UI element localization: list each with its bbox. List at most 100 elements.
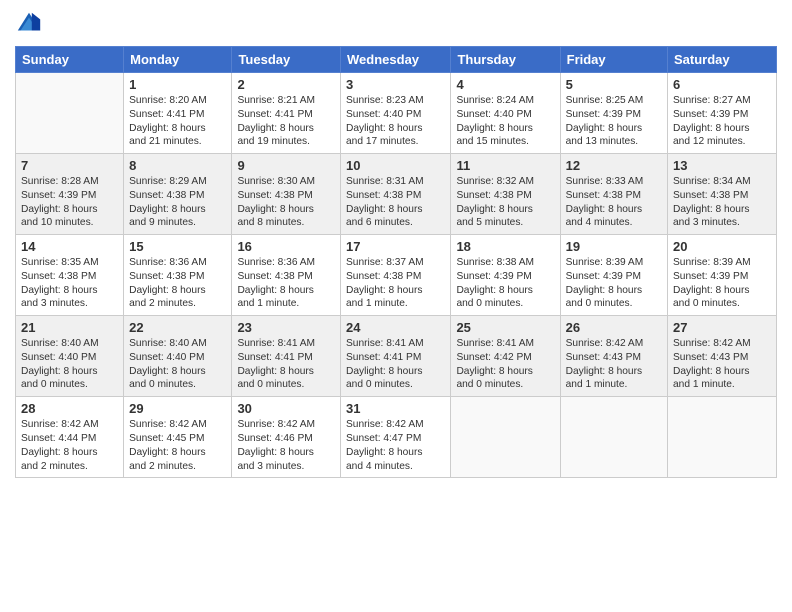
day-info: Sunrise: 8:36 AM Sunset: 4:38 PM Dayligh…	[129, 256, 226, 311]
day-info: Sunrise: 8:41 AM Sunset: 4:41 PM Dayligh…	[237, 337, 335, 392]
calendar-day-cell: 31 Sunrise: 8:42 AM Sunset: 4:47 PM Dayli…	[341, 397, 451, 478]
day-info: Sunrise: 8:20 AM Sunset: 4:41 PM Dayligh…	[129, 94, 226, 149]
day-info: Sunrise: 8:34 AM Sunset: 4:38 PM Dayligh…	[673, 175, 771, 230]
calendar-day-cell	[451, 397, 560, 478]
day-info: Sunrise: 8:42 AM Sunset: 4:43 PM Dayligh…	[566, 337, 662, 392]
calendar-day-cell: 3 Sunrise: 8:23 AM Sunset: 4:40 PM Daylig…	[341, 73, 451, 154]
day-info: Sunrise: 8:27 AM Sunset: 4:39 PM Dayligh…	[673, 94, 771, 149]
calendar-day-cell: 20 Sunrise: 8:39 AM Sunset: 4:39 PM Dayli…	[668, 235, 777, 316]
day-info: Sunrise: 8:31 AM Sunset: 4:38 PM Dayligh…	[346, 175, 445, 230]
calendar-header-friday: Friday	[560, 47, 667, 73]
calendar-day-cell: 28 Sunrise: 8:42 AM Sunset: 4:44 PM Dayli…	[16, 397, 124, 478]
day-number: 13	[673, 158, 771, 173]
day-number: 25	[456, 320, 554, 335]
day-info: Sunrise: 8:42 AM Sunset: 4:46 PM Dayligh…	[237, 418, 335, 473]
day-info: Sunrise: 8:35 AM Sunset: 4:38 PM Dayligh…	[21, 256, 118, 311]
day-number: 12	[566, 158, 662, 173]
calendar-day-cell: 27 Sunrise: 8:42 AM Sunset: 4:43 PM Dayli…	[668, 316, 777, 397]
day-info: Sunrise: 8:42 AM Sunset: 4:43 PM Dayligh…	[673, 337, 771, 392]
calendar-day-cell: 19 Sunrise: 8:39 AM Sunset: 4:39 PM Dayli…	[560, 235, 667, 316]
day-info: Sunrise: 8:28 AM Sunset: 4:39 PM Dayligh…	[21, 175, 118, 230]
calendar-day-cell: 12 Sunrise: 8:33 AM Sunset: 4:38 PM Dayli…	[560, 154, 667, 235]
day-number: 3	[346, 77, 445, 92]
calendar-day-cell: 26 Sunrise: 8:42 AM Sunset: 4:43 PM Dayli…	[560, 316, 667, 397]
day-info: Sunrise: 8:41 AM Sunset: 4:41 PM Dayligh…	[346, 337, 445, 392]
calendar-day-cell: 18Sunrise: 8:38 AM Sunset: 4:39 PM Dayli…	[451, 235, 560, 316]
header	[15, 10, 777, 38]
calendar-day-cell: 30Sunrise: 8:42 AM Sunset: 4:46 PM Dayli…	[232, 397, 341, 478]
calendar-day-cell: 17 Sunrise: 8:37 AM Sunset: 4:38 PM Dayli…	[341, 235, 451, 316]
day-number: 20	[673, 239, 771, 254]
calendar-day-cell: 7Sunrise: 8:28 AM Sunset: 4:39 PM Daylig…	[16, 154, 124, 235]
calendar-day-cell: 15 Sunrise: 8:36 AM Sunset: 4:38 PM Dayli…	[124, 235, 232, 316]
day-number: 29	[129, 401, 226, 416]
calendar-day-cell: 16Sunrise: 8:36 AM Sunset: 4:38 PM Dayli…	[232, 235, 341, 316]
calendar-table: SundayMondayTuesdayWednesdayThursdayFrid…	[15, 46, 777, 478]
day-number: 4	[456, 77, 554, 92]
day-number: 17	[346, 239, 445, 254]
calendar-day-cell: 6 Sunrise: 8:27 AM Sunset: 4:39 PM Daylig…	[668, 73, 777, 154]
calendar-day-cell: 21 Sunrise: 8:40 AM Sunset: 4:40 PM Dayli…	[16, 316, 124, 397]
day-info: Sunrise: 8:33 AM Sunset: 4:38 PM Dayligh…	[566, 175, 662, 230]
calendar-header-wednesday: Wednesday	[341, 47, 451, 73]
day-info: Sunrise: 8:39 AM Sunset: 4:39 PM Dayligh…	[566, 256, 662, 311]
logo-icon	[15, 10, 43, 38]
calendar-day-cell: 11Sunrise: 8:32 AM Sunset: 4:38 PM Dayli…	[451, 154, 560, 235]
calendar-day-cell: 8 Sunrise: 8:29 AM Sunset: 4:38 PM Daylig…	[124, 154, 232, 235]
day-info: Sunrise: 8:41 AM Sunset: 4:42 PM Dayligh…	[456, 337, 554, 392]
day-info: Sunrise: 8:40 AM Sunset: 4:40 PM Dayligh…	[129, 337, 226, 392]
calendar-day-cell: 24 Sunrise: 8:41 AM Sunset: 4:41 PM Dayli…	[341, 316, 451, 397]
day-number: 16	[237, 239, 335, 254]
calendar-header-thursday: Thursday	[451, 47, 560, 73]
day-number: 11	[456, 158, 554, 173]
day-info: Sunrise: 8:25 AM Sunset: 4:39 PM Dayligh…	[566, 94, 662, 149]
day-number: 9	[237, 158, 335, 173]
calendar-week-row: 14 Sunrise: 8:35 AM Sunset: 4:38 PM Dayli…	[16, 235, 777, 316]
day-number: 28	[21, 401, 118, 416]
calendar-day-cell: 29 Sunrise: 8:42 AM Sunset: 4:45 PM Dayli…	[124, 397, 232, 478]
calendar-day-cell	[668, 397, 777, 478]
day-number: 19	[566, 239, 662, 254]
day-info: Sunrise: 8:42 AM Sunset: 4:44 PM Dayligh…	[21, 418, 118, 473]
day-info: Sunrise: 8:23 AM Sunset: 4:40 PM Dayligh…	[346, 94, 445, 149]
calendar-header-sunday: Sunday	[16, 47, 124, 73]
day-info: Sunrise: 8:37 AM Sunset: 4:38 PM Dayligh…	[346, 256, 445, 311]
day-number: 5	[566, 77, 662, 92]
day-info: Sunrise: 8:42 AM Sunset: 4:45 PM Dayligh…	[129, 418, 226, 473]
calendar-day-cell: 25 Sunrise: 8:41 AM Sunset: 4:42 PM Dayli…	[451, 316, 560, 397]
day-number: 22	[129, 320, 226, 335]
calendar-day-cell: 9 Sunrise: 8:30 AM Sunset: 4:38 PM Daylig…	[232, 154, 341, 235]
calendar-day-cell: 4 Sunrise: 8:24 AM Sunset: 4:40 PM Daylig…	[451, 73, 560, 154]
calendar-day-cell: 5 Sunrise: 8:25 AM Sunset: 4:39 PM Daylig…	[560, 73, 667, 154]
calendar-week-row: 28 Sunrise: 8:42 AM Sunset: 4:44 PM Dayli…	[16, 397, 777, 478]
calendar-week-row: 21 Sunrise: 8:40 AM Sunset: 4:40 PM Dayli…	[16, 316, 777, 397]
day-info: Sunrise: 8:30 AM Sunset: 4:38 PM Dayligh…	[237, 175, 335, 230]
day-info: Sunrise: 8:42 AM Sunset: 4:47 PM Dayligh…	[346, 418, 445, 473]
day-number: 15	[129, 239, 226, 254]
calendar-header-tuesday: Tuesday	[232, 47, 341, 73]
day-number: 14	[21, 239, 118, 254]
calendar-header-row: SundayMondayTuesdayWednesdayThursdayFrid…	[16, 47, 777, 73]
calendar-day-cell: 23Sunrise: 8:41 AM Sunset: 4:41 PM Dayli…	[232, 316, 341, 397]
day-number: 27	[673, 320, 771, 335]
day-number: 31	[346, 401, 445, 416]
day-info: Sunrise: 8:40 AM Sunset: 4:40 PM Dayligh…	[21, 337, 118, 392]
calendar-day-cell	[16, 73, 124, 154]
calendar-day-cell: 10 Sunrise: 8:31 AM Sunset: 4:38 PM Dayli…	[341, 154, 451, 235]
day-number: 10	[346, 158, 445, 173]
day-info: Sunrise: 8:39 AM Sunset: 4:39 PM Dayligh…	[673, 256, 771, 311]
day-number: 26	[566, 320, 662, 335]
day-number: 1	[129, 77, 226, 92]
day-info: Sunrise: 8:24 AM Sunset: 4:40 PM Dayligh…	[456, 94, 554, 149]
calendar-day-cell: 2Sunrise: 8:21 AM Sunset: 4:41 PM Daylig…	[232, 73, 341, 154]
logo	[15, 10, 47, 38]
day-number: 6	[673, 77, 771, 92]
calendar-day-cell	[560, 397, 667, 478]
day-number: 24	[346, 320, 445, 335]
calendar-week-row: 7Sunrise: 8:28 AM Sunset: 4:39 PM Daylig…	[16, 154, 777, 235]
day-number: 18	[456, 239, 554, 254]
day-number: 21	[21, 320, 118, 335]
day-number: 8	[129, 158, 226, 173]
day-info: Sunrise: 8:21 AM Sunset: 4:41 PM Dayligh…	[237, 94, 335, 149]
day-info: Sunrise: 8:29 AM Sunset: 4:38 PM Dayligh…	[129, 175, 226, 230]
